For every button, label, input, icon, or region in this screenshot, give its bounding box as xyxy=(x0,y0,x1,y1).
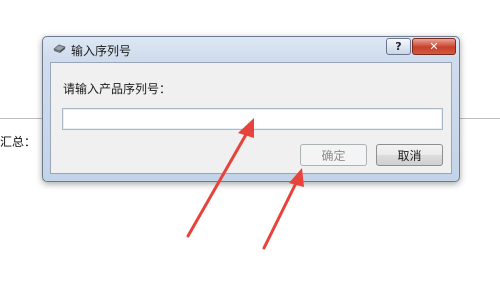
close-icon: ✕ xyxy=(429,40,439,53)
disk-drive-icon xyxy=(53,44,66,53)
help-button[interactable]: ? xyxy=(386,38,411,55)
serial-number-input[interactable] xyxy=(62,108,443,130)
serial-number-dialog: 输入序列号 ? ✕ 请输入产品序列号： 确定 取消 xyxy=(42,36,460,182)
dialog-title: 输入序列号 xyxy=(71,44,132,58)
background-divider-right xyxy=(460,118,500,119)
ok-button[interactable]: 确定 xyxy=(300,144,367,166)
background-divider-left xyxy=(0,118,44,119)
close-button[interactable]: ✕ xyxy=(412,38,456,55)
help-icon: ? xyxy=(395,40,402,53)
background-summary-label: 汇总： xyxy=(0,135,37,149)
cancel-button[interactable]: 取消 xyxy=(376,144,443,166)
dialog-titlebar[interactable]: 输入序列号 ? ✕ xyxy=(43,37,459,59)
serial-prompt-label: 请输入产品序列号： xyxy=(63,82,172,96)
dialog-client-area: 请输入产品序列号： 确定 取消 xyxy=(50,62,452,174)
